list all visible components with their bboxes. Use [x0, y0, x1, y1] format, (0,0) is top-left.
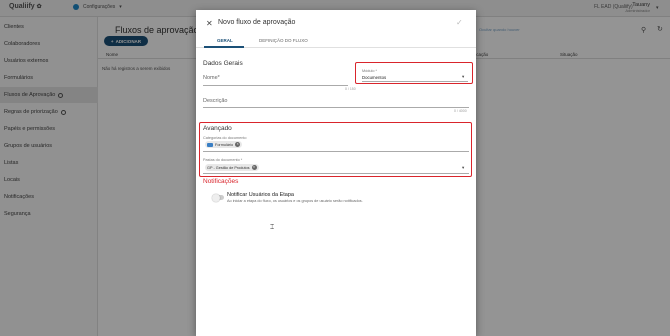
nome-field[interactable] — [203, 85, 348, 86]
descricao-field[interactable] — [203, 107, 469, 108]
modulo-select[interactable]: Documentos — [362, 75, 386, 80]
toggle-knob — [212, 193, 220, 202]
categorias-underline — [203, 151, 469, 152]
remove-chip-icon[interactable]: × — [235, 142, 241, 147]
new-flow-dialog: ✕ Novo fluxo de aprovação ✓ GERAL DEFINI… — [196, 10, 476, 336]
modulo-label: Módulo * — [362, 69, 377, 73]
remove-chip-icon[interactable]: × — [251, 165, 257, 170]
nome-label: Nome* — [203, 75, 220, 81]
modulo-underline — [362, 81, 468, 82]
tab-geral[interactable]: GERAL — [217, 38, 233, 43]
form-icon — [207, 142, 213, 147]
dialog-tabs: GERAL DEFINIÇÃO DO FLUXO — [196, 34, 476, 48]
descricao-counter: 0 / 4000 — [454, 109, 467, 113]
pasta-chip[interactable]: GP - Gestão de Produtos × — [205, 164, 259, 171]
section-avancado: Avançado — [203, 125, 232, 132]
dialog-title: Novo fluxo de aprovação — [218, 19, 296, 26]
pastas-label: Pastas do documento * — [203, 158, 243, 162]
notify-toggle[interactable] — [212, 193, 224, 202]
section-dados-gerais: Dados Gerais — [203, 60, 243, 67]
tab-definicao-fluxo[interactable]: DEFINIÇÃO DO FLUXO — [259, 38, 308, 43]
categoria-chip[interactable]: Formulário × — [205, 141, 243, 148]
close-icon[interactable]: ✕ — [206, 19, 213, 28]
dropdown-arrow-icon[interactable]: ▾ — [462, 74, 464, 80]
nome-counter: 0 / 150 — [345, 87, 356, 91]
dropdown-arrow-icon[interactable]: ▾ — [462, 165, 464, 171]
categorias-label: Categorias do documento — [203, 136, 247, 140]
descricao-label: Descrição — [203, 98, 228, 104]
notify-toggle-title: Notificar Usuários da Etapa — [227, 192, 294, 198]
confirm-check-icon[interactable]: ✓ — [456, 18, 463, 27]
section-notificacoes: Notificações — [203, 178, 239, 185]
notify-toggle-desc: Ao iniciar a etapa do fluxo, os usuários… — [227, 199, 363, 203]
pastas-underline — [203, 173, 469, 174]
mouse-cursor-icon: ⌶ — [270, 224, 275, 231]
active-tab-indicator — [204, 46, 244, 48]
